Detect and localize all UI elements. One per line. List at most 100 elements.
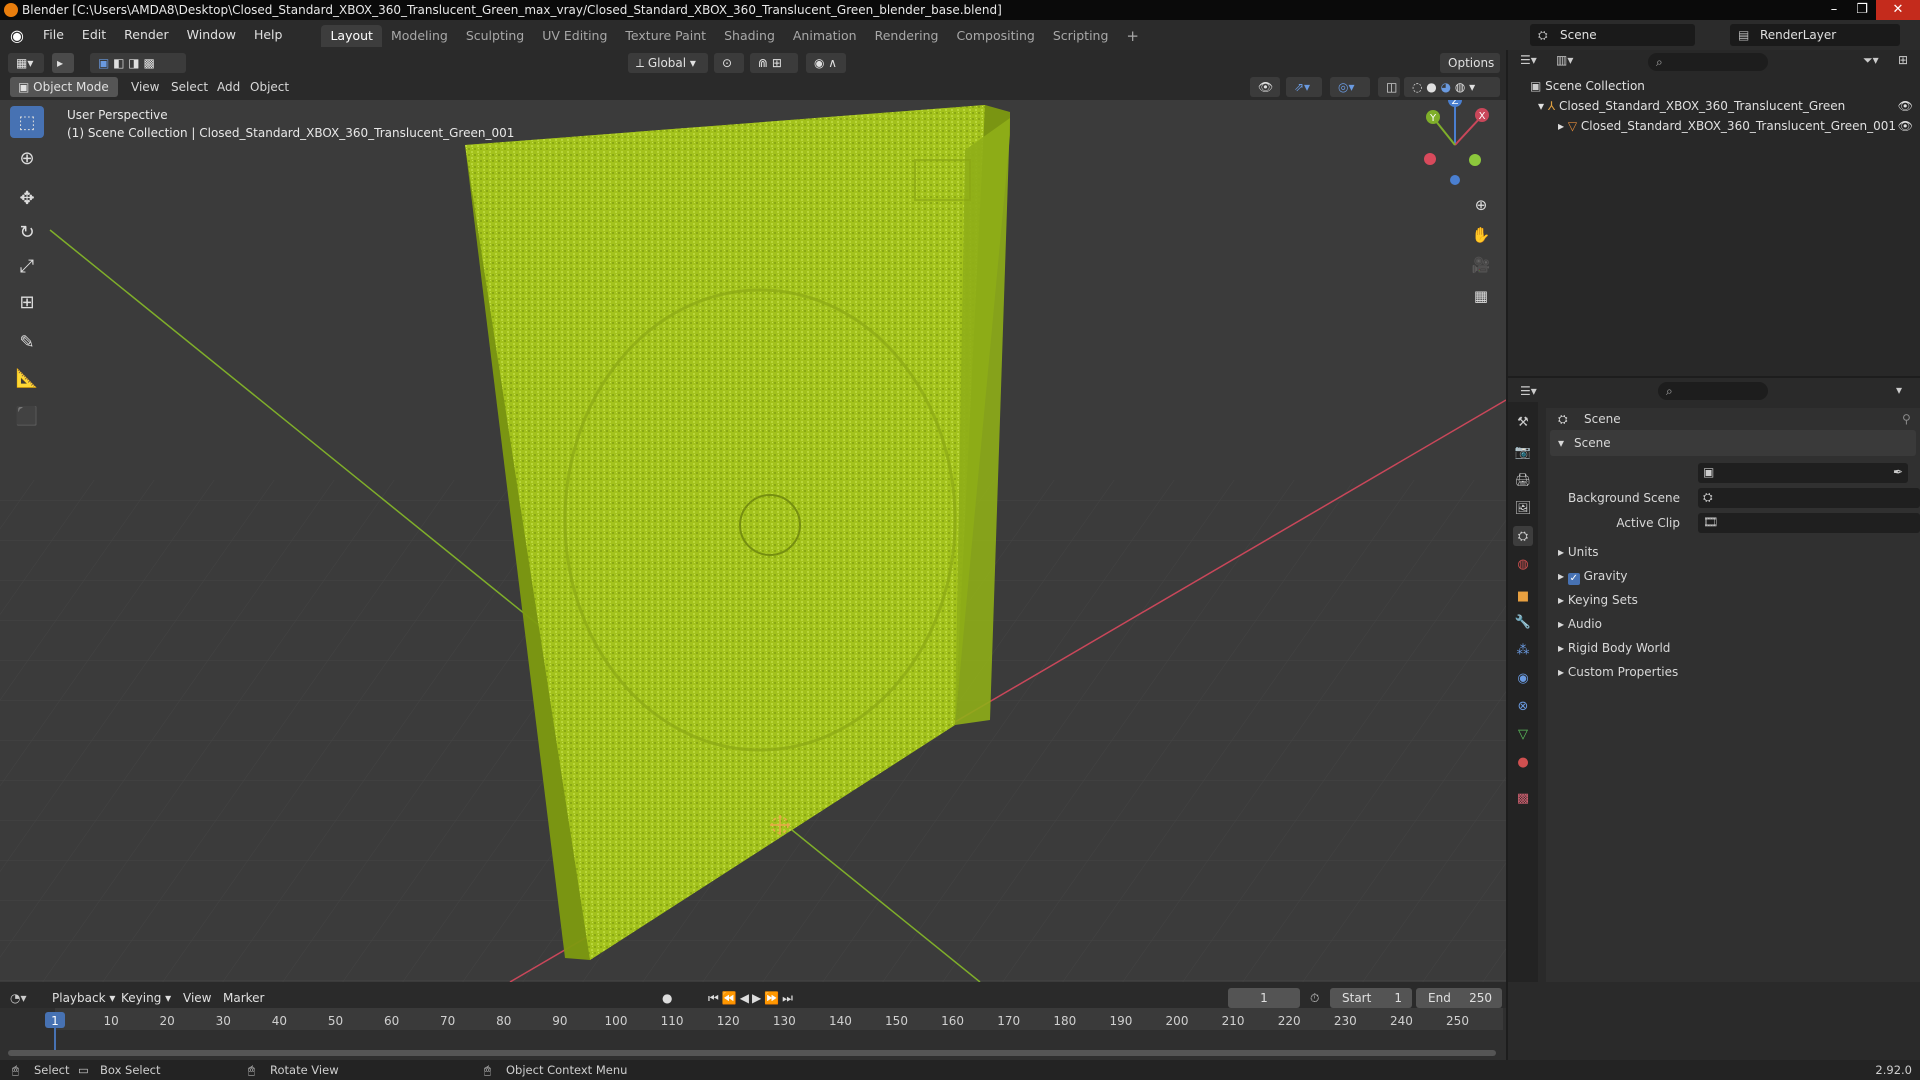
pan-hand-icon[interactable]: ✋ bbox=[1468, 222, 1494, 248]
material-tab-icon[interactable]: ● bbox=[1513, 752, 1533, 772]
ortho-grid-icon[interactable]: ▦ bbox=[1468, 283, 1494, 309]
measure-tool-icon[interactable]: 📐 bbox=[10, 362, 44, 394]
overlay-toggle-icon[interactable]: ◎▾ bbox=[1330, 77, 1370, 97]
mode-dropdown[interactable]: ▣ Object Mode ▾ bbox=[10, 77, 118, 114]
cursor-tool-icon[interactable]: ⊕ bbox=[10, 142, 44, 174]
custom-properties-section[interactable]: ▸ Custom Properties bbox=[1550, 665, 1916, 685]
tab-animation[interactable]: Animation bbox=[784, 25, 866, 47]
clock-icon[interactable]: ⏱ bbox=[1310, 988, 1319, 1008]
record-icon[interactable]: ● bbox=[662, 988, 672, 1008]
timeline-scrollbar[interactable] bbox=[8, 1050, 1496, 1056]
tab-scripting[interactable]: Scripting bbox=[1044, 25, 1118, 47]
background-scene-field[interactable]: ⛭ bbox=[1698, 488, 1920, 508]
filter-icon[interactable]: ⏷▾ bbox=[1863, 53, 1879, 68]
maximize-button[interactable]: ❐ bbox=[1848, 0, 1876, 20]
particles-tab-icon[interactable]: ⁂ bbox=[1513, 640, 1533, 660]
keying-sets-section[interactable]: ▸ Keying Sets bbox=[1550, 593, 1916, 613]
menu-render[interactable]: Render bbox=[115, 20, 178, 50]
tab-compositing[interactable]: Compositing bbox=[947, 25, 1043, 47]
menu-select[interactable]: Select bbox=[171, 80, 208, 94]
tab-sculpting[interactable]: Sculpting bbox=[457, 25, 533, 47]
zoom-icon[interactable]: ⊕ bbox=[1468, 192, 1494, 218]
snap-icon[interactable]: ⋒ ⊞ bbox=[750, 53, 798, 73]
timeline-view-menu[interactable]: View bbox=[183, 988, 211, 1008]
outliner-row-collection[interactable]: ▾ ⅄ Closed_Standard_XBOX_360_Translucent… bbox=[1538, 96, 1913, 116]
close-button[interactable]: ✕ bbox=[1876, 0, 1920, 20]
xray-icon[interactable]: ◫ bbox=[1378, 77, 1400, 97]
tab-texture-paint[interactable]: Texture Paint bbox=[616, 25, 715, 47]
gizmo-toggle-icon[interactable]: ⇗▾ bbox=[1286, 77, 1322, 97]
select-mode-buttons[interactable]: ▣ ◧ ◨ ▩ bbox=[90, 53, 186, 73]
render-tab-icon[interactable]: 📷 bbox=[1513, 442, 1533, 462]
camera-field[interactable]: ▣ ✒ bbox=[1698, 463, 1908, 483]
view-layer-tab-icon[interactable]: 🖼 bbox=[1513, 498, 1533, 518]
scene-tab-icon[interactable]: ⛭ bbox=[1513, 526, 1533, 546]
current-frame-field[interactable]: 1 bbox=[1228, 988, 1300, 1008]
editor-type-button[interactable]: ▦▾ bbox=[8, 53, 44, 73]
outliner-row-scene-collection[interactable]: ▣ Scene Collection bbox=[1530, 76, 1645, 96]
audio-section[interactable]: ▸ Audio bbox=[1550, 617, 1916, 637]
menu-edit[interactable]: Edit bbox=[73, 20, 115, 50]
constraints-tab-icon[interactable]: ⊗ bbox=[1513, 696, 1533, 716]
new-collection-icon[interactable]: ⊞ bbox=[1898, 53, 1908, 67]
tab-layout[interactable]: Layout bbox=[321, 24, 382, 47]
properties-editor-type-icon[interactable]: ☰▾ bbox=[1520, 384, 1537, 398]
rigid-body-world-section[interactable]: ▸ Rigid Body World bbox=[1550, 641, 1916, 661]
eyedropper-icon[interactable]: ✒ bbox=[1893, 465, 1903, 479]
end-frame-field[interactable]: End 250 bbox=[1416, 988, 1502, 1008]
proportional-edit-icon[interactable]: ◉ ∧ bbox=[806, 53, 846, 73]
eye-visibility-icon[interactable]: 👁 bbox=[1898, 96, 1913, 116]
shading-mode-buttons[interactable]: ◌ ● ◕ ◍ ▾ bbox=[1404, 77, 1500, 97]
options-dropdown[interactable]: Options ▾ bbox=[1440, 53, 1500, 90]
add-cube-tool-icon[interactable]: ⬛ bbox=[10, 400, 44, 432]
pivot-point-icon[interactable]: ⊙ bbox=[714, 53, 744, 73]
outliner-search-input[interactable]: ⌕ bbox=[1648, 53, 1768, 71]
select-tool-icon[interactable]: ▸ bbox=[52, 53, 74, 73]
world-tab-icon[interactable]: ◍ bbox=[1513, 554, 1533, 574]
data-tab-icon[interactable]: ▽ bbox=[1513, 724, 1533, 744]
menu-help[interactable]: Help bbox=[245, 20, 292, 50]
pin-icon[interactable]: ⚲ bbox=[1902, 412, 1911, 426]
transform-tool-icon[interactable]: ⊞ bbox=[10, 286, 44, 318]
tab-uv-editing[interactable]: UV Editing bbox=[533, 25, 616, 47]
select-box-tool-icon[interactable]: ⬚ bbox=[10, 106, 44, 138]
gravity-section[interactable]: ▸ ✓ Gravity bbox=[1550, 569, 1916, 589]
move-tool-icon[interactable]: ✥ bbox=[10, 182, 44, 214]
orientation-dropdown[interactable]: ⟂ Global ▾ bbox=[628, 53, 708, 73]
playback-menu[interactable]: Playback ▾ bbox=[52, 988, 115, 1008]
menu-view[interactable]: View bbox=[131, 80, 159, 94]
menu-add[interactable]: Add bbox=[217, 80, 240, 94]
tab-shading[interactable]: Shading bbox=[715, 25, 784, 47]
outliner-row-object[interactable]: ▸ ▽ Closed_Standard_XBOX_360_Translucent… bbox=[1558, 116, 1913, 136]
minimize-button[interactable]: – bbox=[1820, 0, 1848, 20]
outliner-editor-type-icon[interactable]: ☰▾ bbox=[1520, 53, 1560, 73]
menu-window[interactable]: Window bbox=[178, 20, 245, 50]
menu-object[interactable]: Object bbox=[250, 80, 289, 94]
tab-rendering[interactable]: Rendering bbox=[866, 25, 948, 47]
physics-tab-icon[interactable]: ◉ bbox=[1513, 668, 1533, 688]
tab-modeling[interactable]: Modeling bbox=[382, 25, 457, 47]
display-mode-icon[interactable]: ▥▾ bbox=[1556, 53, 1586, 73]
rotate-tool-icon[interactable]: ↻ bbox=[10, 216, 44, 248]
properties-search-input[interactable]: ⌕ bbox=[1658, 382, 1768, 400]
marker-menu[interactable]: Marker bbox=[223, 988, 264, 1008]
blender-menu-icon[interactable]: ◉ bbox=[0, 26, 34, 45]
active-clip-field[interactable]: 🎞 bbox=[1698, 513, 1920, 533]
keying-menu[interactable]: Keying ▾ bbox=[121, 988, 171, 1008]
units-section[interactable]: ▸ Units bbox=[1550, 545, 1916, 565]
renderlayer-selector[interactable]: ▤ RenderLayer bbox=[1730, 24, 1900, 46]
visibility-icon[interactable]: 👁 bbox=[1250, 77, 1280, 97]
timeline-editor-type-icon[interactable]: ◔▾ bbox=[10, 988, 27, 1008]
add-workspace-button[interactable]: + bbox=[1117, 25, 1148, 47]
gravity-checkbox[interactable]: ✓ bbox=[1567, 573, 1580, 585]
annotate-tool-icon[interactable]: ✎ bbox=[10, 326, 44, 358]
tool-tab-icon[interactable]: ⚒ bbox=[1513, 412, 1533, 432]
object-tab-icon[interactable]: ■ bbox=[1513, 586, 1533, 606]
texture-tab-icon[interactable]: ▩ bbox=[1513, 788, 1533, 808]
playback-controls-icon[interactable]: ⏮⏪◀▶⏩⏭ bbox=[708, 988, 796, 1008]
properties-options-icon[interactable]: ▾ bbox=[1896, 383, 1902, 397]
modifier-tab-icon[interactable]: 🔧 bbox=[1513, 612, 1533, 632]
output-tab-icon[interactable]: 🖨 bbox=[1513, 470, 1533, 490]
scale-tool-icon[interactable]: ⤢ bbox=[10, 250, 44, 282]
scene-selector[interactable]: ⛭ Scene bbox=[1530, 24, 1695, 46]
